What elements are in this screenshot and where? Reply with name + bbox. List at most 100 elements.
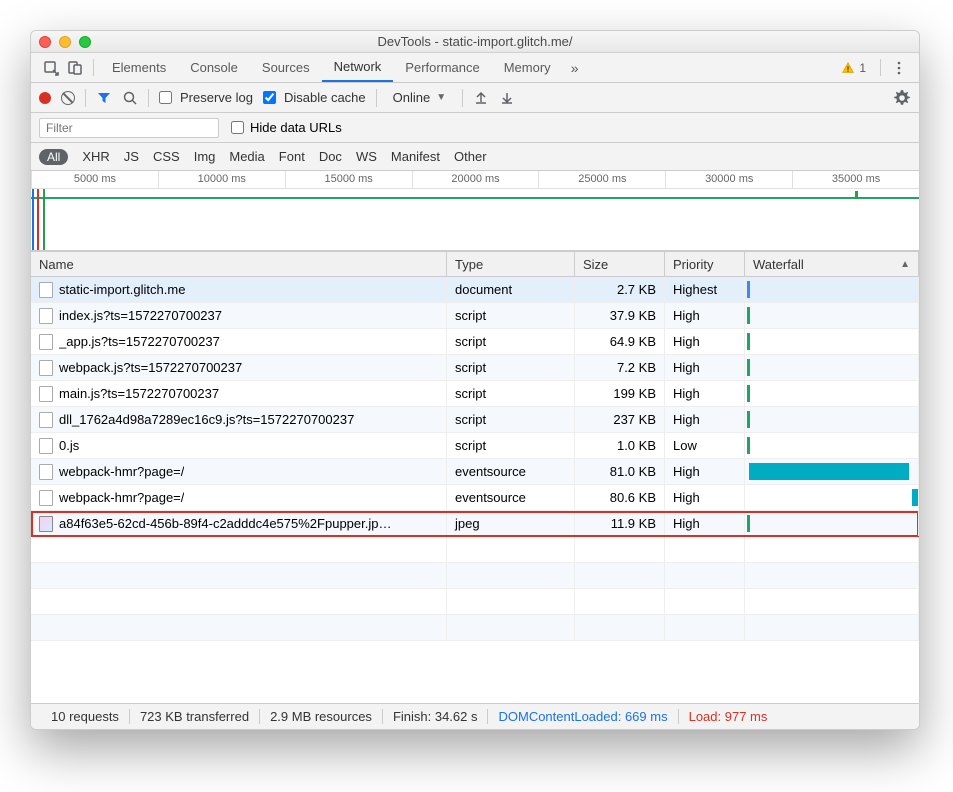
col-type[interactable]: Type [447,252,575,276]
request-row[interactable]: a84f63e5-62cd-456b-89f4-c2adddc4e575%2Fp… [31,511,919,537]
tab-network[interactable]: Network [322,53,394,82]
devtools-window: DevTools - static-import.glitch.me/ Elem… [30,30,920,730]
tab-console[interactable]: Console [178,53,250,82]
tab-sources[interactable]: Sources [250,53,322,82]
type-filter-js[interactable]: JS [124,149,139,164]
record-button[interactable] [39,92,51,104]
request-name: static-import.glitch.me [59,282,185,297]
filter-toggle-icon[interactable] [96,90,112,106]
request-row[interactable]: index.js?ts=1572270700237script37.9 KBHi… [31,303,919,329]
request-row[interactable]: static-import.glitch.me document2.7 KBHig… [31,277,919,303]
filter-bar: Hide data URLs [31,113,919,143]
empty-row [31,589,919,615]
cell-waterfall [745,485,919,510]
cell-waterfall [745,433,919,458]
type-filter-manifest[interactable]: Manifest [391,149,440,164]
preserve-log-checkbox[interactable]: Preserve log [159,90,253,105]
type-filter-media[interactable]: Media [229,149,264,164]
cell-type: document [447,277,575,302]
cell-size: 64.9 KB [575,329,665,354]
request-row[interactable]: _app.js?ts=1572270700237script64.9 KBHig… [31,329,919,355]
preserve-log-label: Preserve log [180,90,253,105]
filter-input[interactable] [39,118,219,138]
cell-waterfall [745,459,919,484]
request-row[interactable]: webpack-hmr?page=/eventsource81.0 KBHigh [31,459,919,485]
cell-name: webpack-hmr?page=/ [31,459,447,484]
document-file-icon [39,490,53,506]
separator [462,89,463,107]
document-file-icon [39,412,53,428]
col-priority[interactable]: Priority [665,252,745,276]
tab-performance[interactable]: Performance [393,53,491,82]
cell-priority: High [665,485,745,510]
empty-row [31,615,919,641]
network-toolbar: Preserve log Disable cache Online ▼ [31,83,919,113]
request-row[interactable]: webpack.js?ts=1572270700237script7.2 KBH… [31,355,919,381]
type-filter-css[interactable]: CSS [153,149,180,164]
hide-data-urls-checkbox[interactable]: Hide data URLs [231,120,342,135]
status-finish: Finish: 34.62 s [383,709,489,724]
tab-elements[interactable]: Elements [100,53,178,82]
disable-cache-checkbox[interactable]: Disable cache [263,90,366,105]
document-file-icon [39,334,53,350]
cell-size: 11.9 KB [575,511,665,536]
document-file-icon [39,438,53,454]
cell-waterfall [745,303,919,328]
status-requests: 10 requests [41,709,130,724]
cell-type: script [447,381,575,406]
document-file-icon [39,360,53,376]
separator [148,89,149,107]
kebab-menu-icon[interactable] [887,53,911,82]
download-har-icon[interactable] [499,90,515,106]
type-filter-other[interactable]: Other [454,149,487,164]
type-filter-doc[interactable]: Doc [319,149,342,164]
cell-type: script [447,407,575,432]
device-toggle-icon[interactable] [63,53,87,82]
request-name: main.js?ts=1572270700237 [59,386,219,401]
warnings-count: 1 [859,61,866,75]
type-filter-all[interactable]: All [39,149,68,165]
empty-row [31,563,919,589]
clear-button[interactable] [61,91,75,105]
cell-priority: High [665,329,745,354]
status-transferred: 723 KB transferred [130,709,260,724]
document-file-icon [39,464,53,480]
separator [85,89,86,107]
warnings-badge[interactable]: 1 [833,53,874,82]
col-waterfall[interactable]: Waterfall ▲ [745,252,919,276]
cell-priority: High [665,459,745,484]
col-size[interactable]: Size [575,252,665,276]
request-row[interactable]: webpack-hmr?page=/eventsource80.6 KBHigh [31,485,919,511]
inspect-icon[interactable] [39,53,63,82]
col-name[interactable]: Name [31,252,447,276]
separator [93,59,94,76]
status-domcontentloaded: DOMContentLoaded: 669 ms [488,709,678,724]
cell-type: script [447,355,575,380]
type-filter-ws[interactable]: WS [356,149,377,164]
cell-type: script [447,433,575,458]
cell-name: index.js?ts=1572270700237 [31,303,447,328]
type-filter-xhr[interactable]: XHR [82,149,109,164]
upload-har-icon[interactable] [473,90,489,106]
request-row[interactable]: dll_1762a4d98a7289ec16c9.js?ts=157227070… [31,407,919,433]
cell-size: 37.9 KB [575,303,665,328]
type-filter-img[interactable]: Img [194,149,216,164]
request-row[interactable]: 0.jsscript1.0 KBLow [31,433,919,459]
timeline-tick: 35000 ms [792,171,919,188]
cell-priority: Highest [665,277,745,302]
more-tabs-icon[interactable]: » [563,53,587,82]
timeline-overview[interactable]: 5000 ms10000 ms15000 ms20000 ms25000 ms3… [31,171,919,251]
type-filter-font[interactable]: Font [279,149,305,164]
request-name: webpack-hmr?page=/ [59,490,184,505]
search-icon[interactable] [122,90,138,106]
request-row[interactable]: main.js?ts=1572270700237script199 KBHigh [31,381,919,407]
cell-size: 237 KB [575,407,665,432]
tab-memory[interactable]: Memory [492,53,563,82]
cell-priority: High [665,511,745,536]
document-file-icon [39,386,53,402]
settings-gear-icon[interactable] [893,89,911,107]
timeline-tick: 5000 ms [31,171,158,188]
request-name: _app.js?ts=1572270700237 [59,334,220,349]
cell-size: 2.7 KB [575,277,665,302]
throttling-select[interactable]: Online ▼ [387,90,452,105]
